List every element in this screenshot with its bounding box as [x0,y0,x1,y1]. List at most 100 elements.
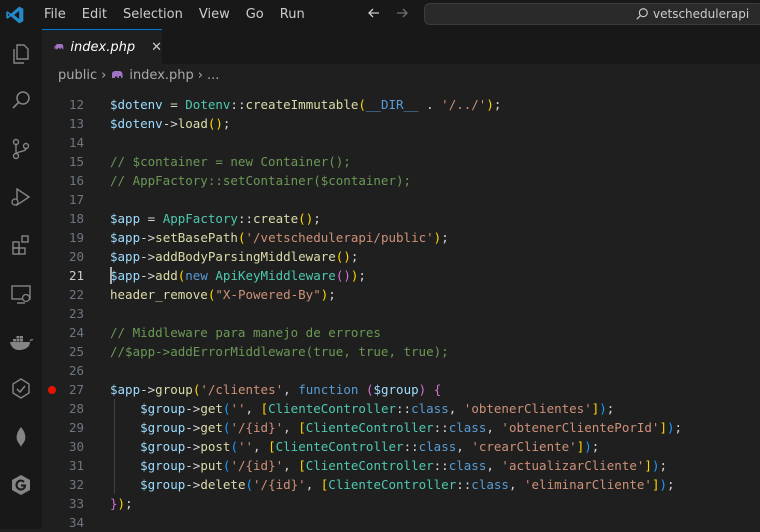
menu-view[interactable]: View [191,0,238,29]
run-debug-icon[interactable] [6,182,36,212]
menu-file[interactable]: File [36,0,74,29]
testing-icon[interactable] [6,374,36,404]
back-arrow-icon[interactable] [366,5,382,25]
code-token: ; [125,496,133,511]
code-token: = [162,97,186,112]
command-center-search[interactable]: vetschedulerapi [424,3,760,25]
php-elephant-icon [112,71,123,78]
breadcrumb: public › index.php › ... [42,64,760,86]
code-token: () [298,211,314,226]
code-token: :: [456,477,472,492]
code-token: group [155,382,193,397]
search-icon[interactable] [6,86,36,116]
explorer-icon[interactable] [6,39,36,69]
code-token: ClienteController [328,477,457,492]
php-elephant-icon [54,44,64,50]
code-token: [ [298,420,306,435]
line-number: 32 [68,477,84,492]
code-token: '/vetschedulerapi/public' [245,230,434,245]
docker-icon[interactable] [6,327,36,357]
tab-index-php[interactable]: index.php ✕ [42,29,162,64]
line-number: 26 [68,363,84,378]
line-number: 30 [68,439,84,454]
breadcrumb-symbols[interactable]: ... [207,68,219,83]
code-token: class [448,458,487,473]
gitkraken-icon[interactable] [6,470,36,500]
code-editor[interactable]: 12 13 14 15 16 17 18 19 20 21 22 23 24 25 26 27 28 29 30 31… [42,86,760,530]
line-number: 14 [68,135,84,150]
code-token: -> [140,268,156,283]
line-number: 20 [68,249,84,264]
code-token: $group [140,439,186,454]
code-line: $group->get('/{id}', [ClienteController:… [110,418,682,437]
chevron-right-icon: › [101,67,107,83]
code-token: , [283,458,299,473]
code-token: // Middleware para manejo de errores [110,325,381,340]
code-token: [ [268,439,276,454]
code-line: // AppFactory::setContainer($container); [110,171,411,190]
remote-explorer-icon[interactable] [6,279,36,309]
extensions-icon[interactable] [6,230,36,260]
line-number: 24 [68,325,84,340]
code-token: , [486,420,502,435]
menu-run[interactable]: Run [272,0,313,29]
forward-arrow-icon[interactable] [394,5,410,25]
breakpoint-icon[interactable] [48,386,56,394]
code-token: { [433,382,442,397]
code-token: :: [237,211,254,226]
indent-guide [114,399,115,494]
code-token: ) [599,401,607,416]
mongodb-icon[interactable] [6,422,36,452]
line-number: 33 [68,496,84,511]
breadcrumb-file[interactable]: index.php [129,68,193,83]
menu-edit[interactable]: Edit [74,0,115,29]
menu-bar: File Edit Selection View Go Run [36,0,313,29]
code-token: '/clientes' [200,382,284,397]
code-token: :: [396,401,412,416]
code-token: 'obtenerClientePorId' [501,420,660,435]
line-number: 23 [68,306,84,321]
code-line: // $container = new Container(); [110,152,351,171]
code-token: delete [200,477,246,492]
code-token: ApiKeyMiddleware [215,268,336,283]
code-token: get [200,420,223,435]
code-token: ClienteController [305,458,434,473]
code-token: class [411,401,449,416]
line-number: 29 [68,420,84,435]
code-token: ; [667,477,675,492]
code-token: $app [110,249,141,264]
code-token: '/../' [441,97,487,112]
line-number: 28 [68,401,84,416]
menu-selection[interactable]: Selection [115,0,191,29]
code-line: $group->delete('/{id}', [ClienteControll… [110,475,675,494]
code-token: , [253,439,269,454]
line-number-gutter: 12 13 14 15 16 17 18 19 20 21 22 23 24 25 26 27 28 29 30 31… [42,86,84,530]
code-token: $app [110,230,141,245]
code-token: $group [373,382,419,397]
code-token: ClienteController [305,420,434,435]
code-token: :: [433,458,449,473]
workspace-name: vetschedulerapi [653,7,750,21]
close-icon[interactable]: ✕ [151,40,162,55]
text-cursor [110,267,112,284]
code-token: function [298,382,359,397]
line-number: 19 [68,230,84,245]
code-token: ; [441,230,449,245]
code-line: $app->addBodyParsingMiddleware(); [110,247,358,266]
breadcrumb-folder[interactable]: public [58,68,97,83]
code-token: -> [140,382,156,397]
code-token: class [448,420,487,435]
code-token: -> [185,420,201,435]
source-control-icon[interactable] [6,134,36,164]
code-token: -> [185,458,201,473]
code-token: :: [433,420,449,435]
code-line: // Middleware para manejo de errores [110,323,381,342]
code-token: = [140,211,163,226]
code-token: :: [403,439,419,454]
code-token: () [335,249,351,264]
code-line: $app->setBasePath('/vetschedulerapi/publ… [110,228,449,247]
code-token: add [155,268,178,283]
menu-go[interactable]: Go [238,0,272,29]
code-token: create [253,211,299,226]
